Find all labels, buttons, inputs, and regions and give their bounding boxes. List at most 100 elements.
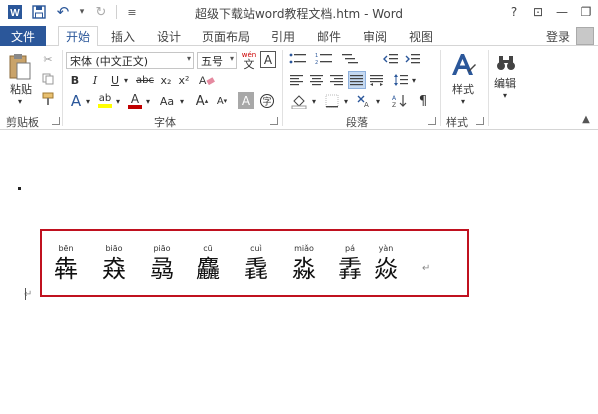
group-separator (488, 50, 489, 126)
font-launcher-icon[interactable] (270, 117, 278, 125)
tab-references[interactable]: 引用 (266, 26, 300, 46)
sort-button[interactable]: AZ (390, 92, 410, 110)
bullets-button[interactable] (288, 51, 310, 67)
svg-text:A: A (199, 75, 207, 87)
hanzi-text: 焱 (374, 255, 398, 283)
minimize-button[interactable]: — (550, 0, 574, 24)
pinyin-text: cū (203, 244, 213, 253)
pinyin-text: piāo (153, 244, 171, 253)
clipboard-launcher-icon[interactable] (52, 117, 60, 125)
shading-dropdown-icon[interactable]: ▾ (310, 92, 318, 110)
clear-formatting-button[interactable]: A (196, 72, 218, 88)
borders-dropdown-icon[interactable]: ▾ (342, 92, 350, 110)
tab-mailings[interactable]: 邮件 (312, 26, 346, 46)
paste-dropdown-icon[interactable]: ▾ (12, 96, 28, 106)
highlight-dropdown-icon[interactable]: ▾ (114, 92, 122, 110)
font-name-select[interactable]: 宋体 (中文正文) ▾ (66, 52, 194, 69)
pinyin-text: pá (345, 244, 355, 253)
phonetic-char[interactable]: pá 掱 (330, 243, 370, 283)
asian-layout-dropdown-icon[interactable]: ▾ (374, 92, 382, 110)
font-color-dropdown-icon[interactable]: ▾ (144, 92, 152, 110)
svg-text:1: 1 (315, 53, 318, 59)
italic-button[interactable]: I (88, 72, 102, 88)
underline-button[interactable]: U (108, 72, 122, 88)
font-color-button[interactable]: A (126, 92, 144, 110)
svg-text:A: A (392, 95, 397, 102)
cut-icon[interactable]: ✂ (40, 51, 56, 67)
chevron-down-icon: ▾ (186, 54, 191, 63)
character-border-button[interactable]: 字 (258, 92, 276, 110)
align-right-button[interactable] (328, 72, 346, 88)
editing-button[interactable]: 编辑 (490, 76, 520, 90)
tab-review[interactable]: 审阅 (358, 26, 392, 46)
tab-page-layout[interactable]: 页面布局 (196, 26, 256, 46)
shading-button[interactable] (288, 92, 310, 110)
tab-design[interactable]: 设计 (152, 26, 186, 46)
hanzi-text: 骉 (150, 255, 174, 283)
tab-view[interactable]: 视图 (404, 26, 438, 46)
text-effects-dropdown-icon[interactable]: ▾ (84, 92, 92, 110)
sign-in-link[interactable]: 登录 (546, 28, 570, 45)
shrink-font-button[interactable]: A ▾ (214, 92, 230, 110)
paragraph-launcher-icon[interactable] (428, 117, 436, 125)
increase-indent-button[interactable] (404, 51, 422, 67)
help-button[interactable]: ? (502, 0, 526, 24)
document-area[interactable]: bēn 犇 biāo 猋 piāo 骉 cū 麤 cuì 毳 miǎo 淼 pá… (0, 131, 598, 414)
tab-insert[interactable]: 插入 (106, 26, 140, 46)
phonetic-char[interactable]: cuì 毳 (236, 243, 276, 283)
hanzi-text: 猋 (102, 255, 126, 283)
line-spacing-button[interactable] (392, 72, 410, 88)
paste-button[interactable]: 粘贴 (6, 82, 36, 96)
distributed-button[interactable] (368, 72, 386, 88)
hanzi-text: 掱 (338, 255, 362, 283)
tab-home[interactable]: 开始 (58, 26, 98, 47)
tab-file[interactable]: 文件 (0, 26, 46, 46)
justify-button[interactable] (348, 71, 366, 89)
multilevel-list-button[interactable] (340, 51, 362, 67)
font-size-select[interactable]: 五号 ▾ (197, 52, 237, 69)
shrink-font-glyph: A (216, 95, 224, 107)
superscript-button[interactable]: x² (176, 72, 192, 88)
binoculars-icon[interactable] (494, 52, 518, 74)
bold-button[interactable]: B (68, 72, 82, 88)
decrease-indent-button[interactable] (382, 51, 400, 67)
asian-layout-button[interactable]: A (354, 92, 374, 110)
numbering-button[interactable]: 12 (314, 51, 336, 67)
phonetic-char[interactable]: piāo 骉 (142, 243, 182, 283)
restore-button[interactable]: ❐ (574, 0, 598, 24)
group-separator (282, 50, 283, 126)
phonetic-char[interactable]: yàn 焱 (366, 243, 406, 283)
enclose-characters-button[interactable]: A (260, 51, 276, 68)
collapse-ribbon-icon[interactable]: ▲ (578, 112, 594, 126)
styles-dropdown-icon[interactable]: ▾ (456, 96, 470, 106)
copy-icon[interactable] (40, 71, 56, 87)
strikethrough-button[interactable]: abc (134, 72, 156, 88)
borders-button[interactable] (322, 92, 342, 110)
change-case-dropdown-icon[interactable]: ▾ (178, 92, 186, 110)
editing-dropdown-icon[interactable]: ▾ (498, 90, 512, 100)
phonetic-char[interactable]: miǎo 淼 (284, 243, 324, 283)
styles-icon[interactable] (448, 50, 478, 80)
line-spacing-dropdown-icon[interactable]: ▾ (410, 72, 418, 88)
phonetic-char[interactable]: cū 麤 (188, 243, 228, 283)
align-left-button[interactable] (288, 72, 306, 88)
subscript-button[interactable]: x₂ (158, 72, 174, 88)
styles-button[interactable]: 样式 (444, 82, 482, 96)
phonetic-char[interactable]: bēn 犇 (46, 243, 86, 283)
format-painter-icon[interactable] (40, 91, 56, 107)
show-paragraph-marks-button[interactable]: ¶ (414, 92, 432, 110)
change-case-button[interactable]: Aa (156, 92, 178, 110)
phonetic-guide-button[interactable]: wén 文 (240, 50, 258, 70)
character-shading-button[interactable]: A (238, 92, 254, 109)
paste-icon[interactable] (6, 52, 34, 82)
highlight-button[interactable]: ab (96, 92, 114, 110)
avatar[interactable] (576, 27, 594, 45)
ribbon-display-options-button[interactable]: ⊡ (526, 0, 550, 24)
grow-font-button[interactable]: A ▴ (194, 92, 210, 110)
underline-dropdown-icon[interactable]: ▾ (122, 72, 130, 88)
align-center-button[interactable] (308, 72, 326, 88)
text-effects-button[interactable]: A (68, 92, 84, 110)
paragraph-group-label: 段落 (346, 116, 368, 129)
phonetic-char[interactable]: biāo 猋 (94, 243, 134, 283)
styles-launcher-icon[interactable] (476, 117, 484, 125)
